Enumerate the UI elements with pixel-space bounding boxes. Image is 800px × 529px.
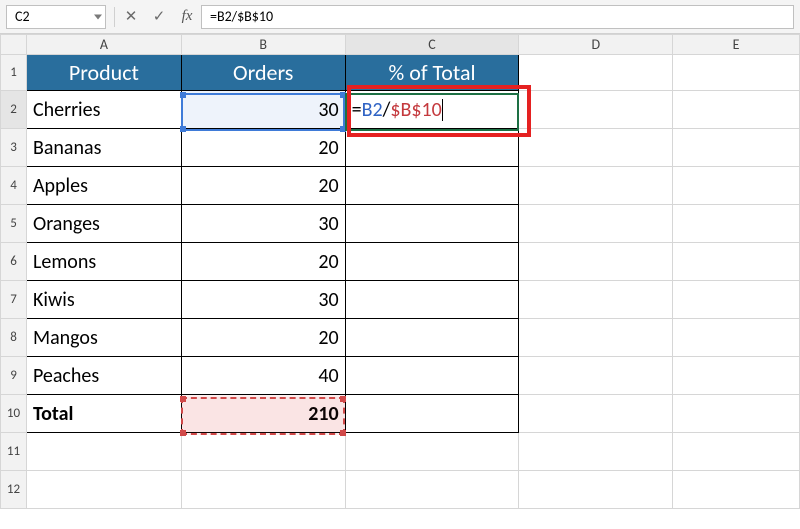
col-header-A[interactable]: A xyxy=(26,35,181,55)
cell-C2[interactable]: =B2/$B$10 xyxy=(345,91,519,129)
cell-B11[interactable] xyxy=(181,433,345,471)
header-orders: Orders xyxy=(182,55,345,90)
cell-B9[interactable]: 40 xyxy=(181,357,345,395)
cell-C12[interactable] xyxy=(345,471,519,509)
cell-B8[interactable]: 20 xyxy=(181,319,345,357)
cell-B10[interactable]: 210 xyxy=(181,395,345,433)
select-all-corner[interactable] xyxy=(1,35,27,55)
col-header-B[interactable]: B xyxy=(181,35,345,55)
excel-window: C2 ✕ ✓ fx =B2/$B$10 A B C D E xyxy=(0,0,800,529)
cell-C10[interactable] xyxy=(345,395,519,433)
cell-E10[interactable] xyxy=(673,395,800,433)
cell-A2[interactable]: Cherries xyxy=(26,91,181,129)
cell-B6[interactable]: 20 xyxy=(181,243,345,281)
cell-C11[interactable] xyxy=(345,433,519,471)
cell-D6[interactable] xyxy=(519,243,673,281)
cell-E9[interactable] xyxy=(673,357,800,395)
spreadsheet-grid[interactable]: A B C D E 1 Product Orders % of Total 2 … xyxy=(0,34,800,509)
cell-B7[interactable]: 30 xyxy=(181,281,345,319)
separator xyxy=(114,7,115,27)
cell-A7[interactable]: Kiwis xyxy=(26,281,181,319)
row-header-4[interactable]: 4 xyxy=(1,167,27,205)
row-header-9[interactable]: 9 xyxy=(1,357,27,395)
cell-E7[interactable] xyxy=(673,281,800,319)
col-header-C[interactable]: C xyxy=(345,35,519,55)
formula-bar: C2 ✕ ✓ fx =B2/$B$10 xyxy=(0,0,800,34)
cell-E5[interactable] xyxy=(673,205,800,243)
formula-input[interactable]: =B2/$B$10 xyxy=(201,5,794,29)
header-product: Product xyxy=(27,55,181,90)
cell-A5[interactable]: Oranges xyxy=(26,205,181,243)
insert-function-button[interactable]: fx xyxy=(173,5,201,29)
row-header-5[interactable]: 5 xyxy=(1,205,27,243)
cell-C3[interactable] xyxy=(345,129,519,167)
cell-A6[interactable]: Lemons xyxy=(26,243,181,281)
col-header-E[interactable]: E xyxy=(673,35,800,55)
cell-C1[interactable]: % of Total xyxy=(345,55,519,91)
cell-E12[interactable] xyxy=(673,471,800,509)
accept-formula-button[interactable]: ✓ xyxy=(145,5,173,29)
cell-D11[interactable] xyxy=(519,433,673,471)
row-header-1[interactable]: 1 xyxy=(1,55,27,91)
cell-D3[interactable] xyxy=(519,129,673,167)
cell-C6[interactable] xyxy=(345,243,519,281)
text-cursor xyxy=(442,99,443,121)
cell-E1[interactable] xyxy=(673,55,800,91)
cell-A3[interactable]: Bananas xyxy=(26,129,181,167)
cell-D2[interactable] xyxy=(519,91,673,129)
cell-A4[interactable]: Apples xyxy=(26,167,181,205)
cell-E8[interactable] xyxy=(673,319,800,357)
cell-C8[interactable] xyxy=(345,319,519,357)
check-icon: ✓ xyxy=(153,7,166,26)
x-icon: ✕ xyxy=(125,7,138,26)
row-header-6[interactable]: 6 xyxy=(1,243,27,281)
cell-B4[interactable]: 20 xyxy=(181,167,345,205)
row-header-10[interactable]: 10 xyxy=(1,395,27,433)
cell-C9[interactable] xyxy=(345,357,519,395)
row-header-2[interactable]: 2 xyxy=(1,91,27,129)
cell-B2[interactable]: 30 xyxy=(181,91,345,129)
cell-B3[interactable]: 20 xyxy=(181,129,345,167)
cell-C4[interactable] xyxy=(345,167,519,205)
cell-D12[interactable] xyxy=(519,471,673,509)
cell-B12[interactable] xyxy=(181,471,345,509)
cell-E6[interactable] xyxy=(673,243,800,281)
cell-D7[interactable] xyxy=(519,281,673,319)
cell-D5[interactable] xyxy=(519,205,673,243)
cancel-formula-button[interactable]: ✕ xyxy=(117,5,145,29)
row-header-8[interactable]: 8 xyxy=(1,319,27,357)
cell-E11[interactable] xyxy=(673,433,800,471)
cell-E3[interactable] xyxy=(673,129,800,167)
row-header-3[interactable]: 3 xyxy=(1,129,27,167)
sheet-table: A B C D E 1 Product Orders % of Total 2 … xyxy=(0,34,800,509)
cell-A12[interactable] xyxy=(26,471,181,509)
cell-C7[interactable] xyxy=(345,281,519,319)
formula-text: =B2/$B$10 xyxy=(210,8,273,25)
cell-C5[interactable] xyxy=(345,205,519,243)
name-box-value: C2 xyxy=(15,8,30,25)
cell-B1[interactable]: Orders xyxy=(181,55,345,91)
name-box[interactable]: C2 xyxy=(6,5,106,29)
cell-A10[interactable]: Total xyxy=(26,395,181,433)
cell-A1[interactable]: Product xyxy=(26,55,181,91)
cell-E4[interactable] xyxy=(673,167,800,205)
row-header-12[interactable]: 12 xyxy=(1,471,27,509)
cell-A9[interactable]: Peaches xyxy=(26,357,181,395)
cell-D9[interactable] xyxy=(519,357,673,395)
cell-A11[interactable] xyxy=(26,433,181,471)
cell-E2[interactable] xyxy=(673,91,800,129)
active-cell-formula: =B2/$B$10 xyxy=(346,91,519,128)
cell-D8[interactable] xyxy=(519,319,673,357)
cell-A8[interactable]: Mangos xyxy=(26,319,181,357)
row-header-11[interactable]: 11 xyxy=(1,433,27,471)
chevron-down-icon[interactable] xyxy=(94,14,102,19)
row-header-7[interactable]: 7 xyxy=(1,281,27,319)
cell-D10[interactable] xyxy=(519,395,673,433)
header-pct: % of Total xyxy=(346,55,519,90)
cell-D4[interactable] xyxy=(519,167,673,205)
fx-icon: fx xyxy=(182,8,193,25)
col-header-D[interactable]: D xyxy=(519,35,673,55)
cell-D1[interactable] xyxy=(519,55,673,91)
cell-B5[interactable]: 30 xyxy=(181,205,345,243)
